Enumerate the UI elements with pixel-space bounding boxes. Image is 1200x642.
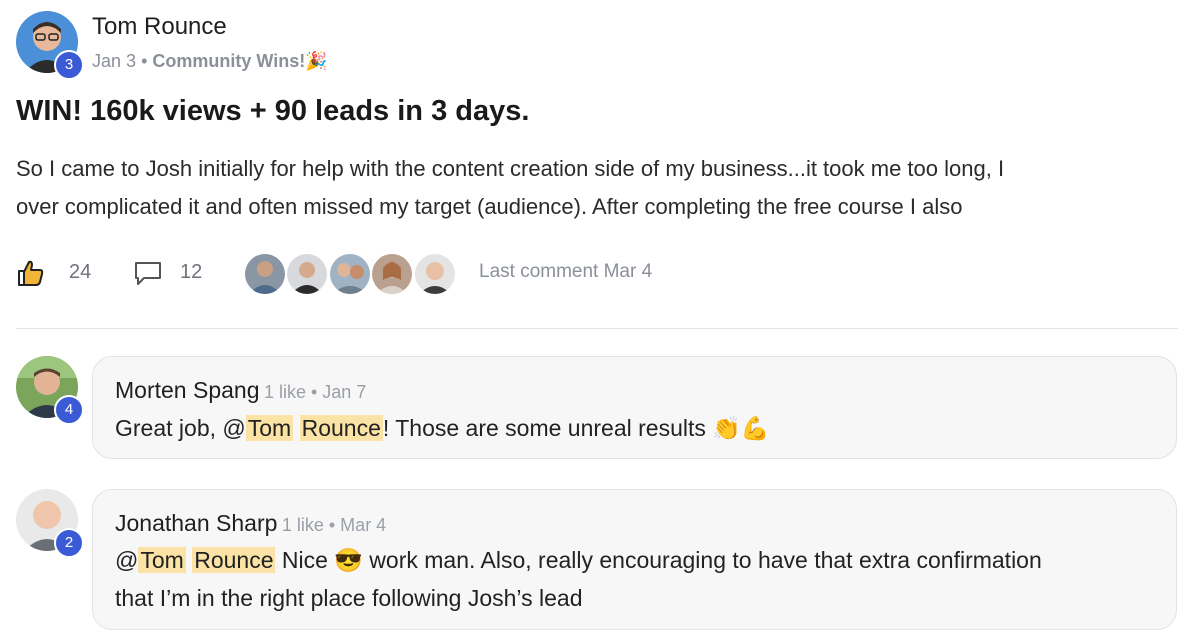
comment-text-line: that I’m in the right place following Jo…: [115, 585, 583, 611]
mention-first-name: Tom: [247, 415, 292, 441]
post-body[interactable]: So I came to Josh initially for help wit…: [16, 150, 1186, 226]
post-date: Jan 3: [92, 51, 137, 71]
commenter-avatar[interactable]: [243, 252, 287, 296]
comment-text-part: ! Those are some unreal results 👏💪: [382, 415, 770, 441]
post-category[interactable]: Community Wins!🎉: [152, 51, 327, 71]
post-title[interactable]: WIN! 160k views + 90 leads in 3 days.: [16, 95, 529, 128]
commenter-avatar[interactable]: [285, 252, 329, 296]
commenter-avatar[interactable]: [328, 252, 372, 296]
post-author-name[interactable]: Tom Rounce: [92, 13, 227, 41]
commenter-level-badge: 4: [54, 395, 84, 425]
mention-last-name: Rounce: [301, 415, 381, 441]
comment-bubble[interactable]: Morten Spang 1 like • Jan 7 Great job, @…: [92, 356, 1177, 459]
last-comment: Last comment Mar 4: [479, 261, 653, 282]
author-level-badge: 3: [54, 50, 84, 80]
mention-link[interactable]: Rounce: [299, 415, 383, 441]
post-body-line: over complicated it and often missed my …: [16, 194, 963, 219]
comment-bubble[interactable]: Jonathan Sharp 1 like • Mar 4 @Tom Rounc…: [92, 489, 1177, 630]
comment-text-part: Great job, @: [115, 415, 246, 441]
comment-author[interactable]: Morten Spang: [115, 377, 259, 403]
comment-meta: 1 like • Mar 4: [281, 515, 387, 535]
mention-link[interactable]: Rounce: [192, 547, 276, 573]
commenter-avatar[interactable]: [370, 252, 414, 296]
commenter-avatar[interactable]: [413, 252, 457, 296]
mention-first-name: Tom: [140, 547, 184, 573]
like-count: 24: [69, 261, 92, 283]
meta-separator: •: [141, 51, 148, 71]
mention-link[interactable]: Tom: [138, 547, 186, 573]
comment-text: @Tom Rounce Nice 😎 work man. Also, reall…: [115, 541, 1042, 617]
post-body-line: So I came to Josh initially for help wit…: [16, 156, 1005, 181]
comment-text-part: Nice 😎 work man. Also, really encouragin…: [275, 547, 1042, 573]
mention-link[interactable]: Tom: [245, 415, 294, 441]
comment-meta: 1 like • Jan 7: [263, 382, 367, 402]
comment-button[interactable]: [133, 258, 165, 288]
mention-last-name: Rounce: [194, 547, 274, 573]
comment-text-part: @: [115, 547, 139, 573]
comment-text: Great job, @Tom Rounce! Those are some u…: [115, 409, 770, 447]
commenter-level-badge: 2: [54, 528, 84, 558]
divider: [16, 328, 1178, 329]
comment-count: 12: [180, 261, 203, 283]
post-meta: Jan 3 • Community Wins!🎉: [92, 51, 328, 72]
thumbs-up-icon: [18, 260, 44, 286]
comment-bubble-icon: [135, 262, 161, 285]
comment-author[interactable]: Jonathan Sharp: [115, 510, 277, 536]
like-button[interactable]: [16, 258, 48, 288]
